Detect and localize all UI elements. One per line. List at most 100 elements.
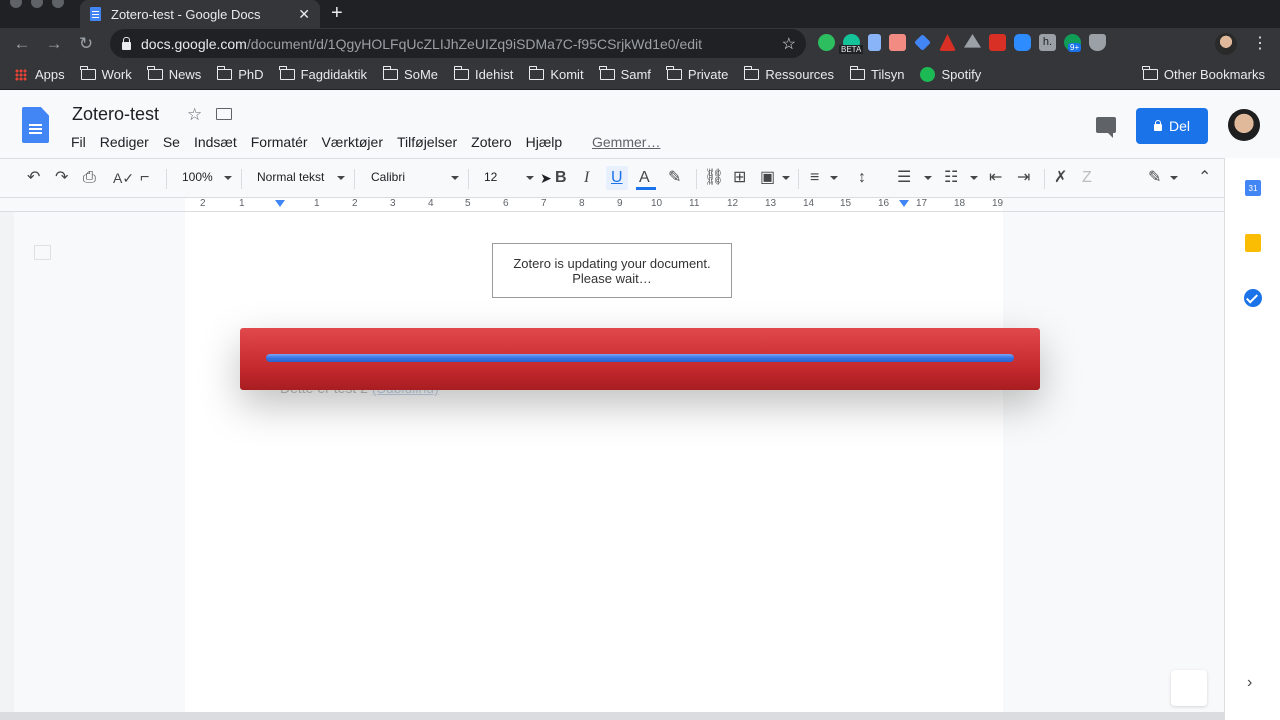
chevron-down-icon[interactable] (970, 176, 978, 180)
bookmark-folder[interactable]: Private (666, 66, 728, 82)
line-spacing-icon[interactable]: ↕ (858, 168, 866, 188)
hangouts-icon[interactable]: 9+ (1064, 34, 1082, 52)
bookmark-star-icon[interactable]: ☆ (782, 34, 796, 54)
menu-zotero[interactable]: Zotero (464, 134, 518, 150)
comments-icon[interactable] (1096, 117, 1116, 138)
clear-formatting-icon[interactable]: ✗ (1054, 168, 1067, 188)
chevron-down-icon[interactable] (1170, 176, 1178, 180)
reload-icon[interactable]: ↻ (70, 34, 102, 54)
new-tab-button[interactable]: + (331, 1, 343, 25)
menu-tilfojelser[interactable]: Tilføjelser (390, 134, 464, 150)
link-icon[interactable]: ⛓ (704, 168, 724, 188)
menu-formater[interactable]: Formatér (244, 134, 315, 150)
zotero-icon[interactable]: Z (1082, 168, 1092, 188)
highlight-icon[interactable]: ✎ (668, 168, 681, 188)
keep-icon[interactable] (1245, 234, 1261, 252)
bookmark-folder[interactable]: Komit (528, 66, 584, 82)
tasks-icon[interactable] (1244, 289, 1262, 307)
save-status[interactable]: Gemmer… (592, 134, 660, 150)
chevron-down-icon[interactable] (451, 176, 459, 180)
expand-panel-chevron-icon[interactable]: › (1247, 674, 1252, 692)
chevron-down-icon[interactable] (830, 176, 838, 180)
text-color-icon[interactable]: A (639, 168, 650, 188)
menu-se[interactable]: Se (156, 134, 187, 150)
grammarly-beta-icon[interactable]: BETA (839, 34, 864, 54)
acrobat-icon[interactable] (939, 34, 956, 51)
horizontal-ruler[interactable]: 2 1 1 2 3 4 5 6 7 8 9 10 11 12 13 14 15 … (0, 198, 1224, 212)
bookmark-folder[interactable]: Tilsyn (849, 66, 904, 82)
share-button[interactable]: Del (1136, 108, 1208, 144)
calendar-icon[interactable]: 31 (1245, 180, 1261, 196)
drive-icon[interactable] (964, 34, 981, 48)
close-tab-icon[interactable]: ✕ (298, 6, 310, 23)
chevron-down-icon[interactable] (924, 176, 932, 180)
hypothesis-icon[interactable]: h. (1039, 34, 1056, 51)
forward-arrow-icon[interactable]: → (38, 34, 70, 54)
bookmark-spotify[interactable]: Spotify (920, 67, 981, 82)
address-bar[interactable]: docs.google.com/document/d/1QgyHOLFqUcZL… (110, 29, 806, 58)
increase-indent-icon[interactable]: ⇥ (1017, 168, 1030, 188)
spellcheck-icon[interactable]: A✓ (113, 168, 134, 188)
bold-icon[interactable]: B (555, 168, 567, 188)
window-controls[interactable] (10, 0, 64, 8)
chevron-down-icon[interactable] (782, 176, 790, 180)
other-bookmarks[interactable]: Other Bookmarks (1142, 66, 1265, 82)
explore-button[interactable] (1171, 670, 1207, 706)
image-icon[interactable]: ▣ (760, 168, 775, 188)
left-indent-marker[interactable] (275, 200, 285, 207)
back-arrow-icon[interactable]: ← (6, 34, 38, 54)
menu-indsaet[interactable]: Indsæt (187, 134, 244, 150)
move-folder-icon[interactable] (216, 108, 232, 120)
bookmark-folder[interactable]: Samf (599, 66, 651, 82)
chevron-down-icon[interactable] (526, 176, 534, 180)
menu-hjaelp[interactable]: Hjælp (519, 134, 570, 150)
profile-avatar-icon[interactable] (1215, 33, 1237, 55)
paint-format-icon[interactable]: ⌐ (140, 168, 149, 188)
pdf-extension-icon[interactable] (889, 34, 906, 51)
chevron-down-icon[interactable] (224, 176, 232, 180)
bookmark-folder[interactable]: Ressources (743, 66, 834, 82)
menu-rediger[interactable]: Rediger (93, 134, 156, 150)
paragraph-style-select[interactable]: Normal tekst (257, 170, 324, 184)
numbered-list-icon[interactable]: ☰ (897, 168, 911, 188)
ublock-icon[interactable] (1089, 34, 1106, 51)
bookmark-apps[interactable]: Apps (15, 67, 65, 82)
add-comment-icon[interactable]: ⊞ (733, 168, 746, 188)
menu-fil[interactable]: Fil (64, 134, 93, 150)
underline-icon[interactable]: U (611, 168, 623, 188)
bookmark-folder[interactable]: SoMe (382, 66, 438, 82)
align-icon[interactable]: ≡ (810, 168, 819, 188)
browser-menu-icon[interactable]: ⋮ (1252, 33, 1268, 53)
print-icon[interactable]: ⎙ (83, 168, 96, 188)
evernote-icon[interactable] (818, 34, 835, 51)
right-indent-marker[interactable] (899, 200, 909, 207)
collapse-toolbar-icon[interactable]: ⌃ (1198, 168, 1211, 188)
bookmark-folder[interactable]: Fagdidaktik (279, 66, 367, 82)
diamond-extension-icon[interactable] (914, 34, 931, 51)
zoom-icon[interactable] (1014, 34, 1031, 51)
bulleted-list-icon[interactable]: ☷ (944, 168, 958, 188)
bookmark-folder[interactable]: Idehist (453, 66, 513, 82)
bookmark-folder[interactable]: PhD (216, 66, 264, 82)
zoom-select[interactable]: 100% (182, 170, 213, 184)
menu-vaerktojer[interactable]: Værktøjer (315, 134, 390, 150)
google-docs-logo-icon[interactable] (22, 107, 49, 143)
italic-icon[interactable]: I (584, 168, 589, 188)
mendeley-icon[interactable] (989, 34, 1006, 51)
document-title[interactable]: Zotero-test (72, 104, 159, 125)
bookmark-folder[interactable]: News (147, 66, 201, 82)
account-avatar[interactable] (1228, 109, 1260, 141)
url-text[interactable]: docs.google.com/document/d/1QgyHOLFqUcZL… (141, 36, 702, 52)
document-outline-icon[interactable] (34, 245, 51, 260)
vertical-ruler[interactable] (0, 212, 14, 720)
chevron-down-icon[interactable] (337, 176, 345, 180)
editing-mode-icon[interactable]: ✎ (1148, 168, 1161, 188)
docs-extension-icon[interactable] (868, 34, 881, 51)
undo-icon[interactable]: ↶ (27, 168, 40, 188)
decrease-indent-icon[interactable]: ⇤ (989, 168, 1002, 188)
star-icon[interactable]: ☆ (187, 105, 202, 125)
redo-icon[interactable]: ↷ (55, 168, 68, 188)
font-select[interactable]: Calibri (371, 170, 405, 184)
font-size-select[interactable]: 12 (484, 170, 497, 184)
browser-tab[interactable]: Zotero-test - Google Docs ✕ (80, 0, 320, 28)
